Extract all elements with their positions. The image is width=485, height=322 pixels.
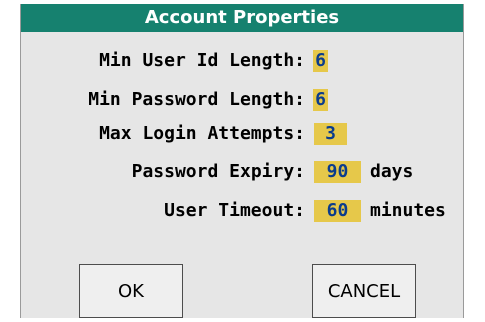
password-expiry-field[interactable]: 90 [314, 161, 361, 183]
field-row-min-password-length: Min Password Length: [20, 89, 305, 111]
ok-button[interactable]: OK [79, 264, 183, 318]
field-row-user-timeout: User Timeout: [20, 200, 305, 222]
field-label-user-timeout: User Timeout: [164, 200, 305, 221]
field-row-max-login-attempts: Max Login Attempts: [20, 123, 305, 145]
field-label-password-expiry: Password Expiry: [131, 161, 305, 182]
min-password-length-field[interactable]: 6 [313, 89, 328, 111]
field-label-min-password-length: Min Password Length: [88, 89, 305, 110]
dialog-title: Account Properties [21, 4, 463, 32]
field-row-password-expiry: Password Expiry: [20, 161, 305, 183]
min-user-id-length-field[interactable]: 6 [313, 50, 328, 72]
field-label-max-login-attempts: Max Login Attempts: [99, 123, 305, 144]
user-timeout-unit: minutes [370, 200, 446, 221]
max-login-attempts-field[interactable]: 3 [314, 123, 347, 145]
user-timeout-field[interactable]: 60 [314, 200, 361, 222]
cancel-button[interactable]: CANCEL [312, 264, 416, 318]
field-label-min-user-id-length: Min User Id Length: [99, 50, 305, 71]
field-row-min-user-id-length: Min User Id Length: [20, 50, 305, 72]
password-expiry-unit: days [370, 161, 414, 182]
